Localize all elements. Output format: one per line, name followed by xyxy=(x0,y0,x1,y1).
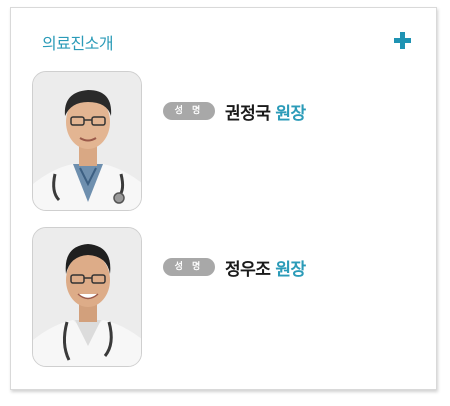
panel-title: 의료진소개 xyxy=(42,34,114,53)
doctor-card[interactable]: 성 명 권정국 원장 xyxy=(32,71,422,213)
doctor-info: 성 명 정우조 원장 xyxy=(163,254,306,280)
name-badge: 성 명 xyxy=(163,258,215,276)
doctor-info: 성 명 권정국 원장 xyxy=(163,98,306,124)
plus-icon xyxy=(394,32,411,49)
doctor-title: 원장 xyxy=(275,103,306,124)
doctors-intro-panel: 의료진소개 성 명 권정국 원장 성 명 정우조 원장 xyxy=(10,7,437,390)
doctor-title: 원장 xyxy=(275,259,306,280)
name-badge: 성 명 xyxy=(163,102,215,120)
more-button[interactable] xyxy=(392,30,414,52)
doctor-portrait-icon xyxy=(33,228,141,366)
doctor-portrait-icon xyxy=(33,72,141,210)
doctor-photo[interactable] xyxy=(32,71,142,211)
doctor-card[interactable]: 성 명 정우조 원장 xyxy=(32,227,422,369)
doctor-name[interactable]: 정우조 xyxy=(225,255,271,280)
doctor-photo[interactable] xyxy=(32,227,142,367)
doctor-name[interactable]: 권정국 xyxy=(225,99,271,124)
